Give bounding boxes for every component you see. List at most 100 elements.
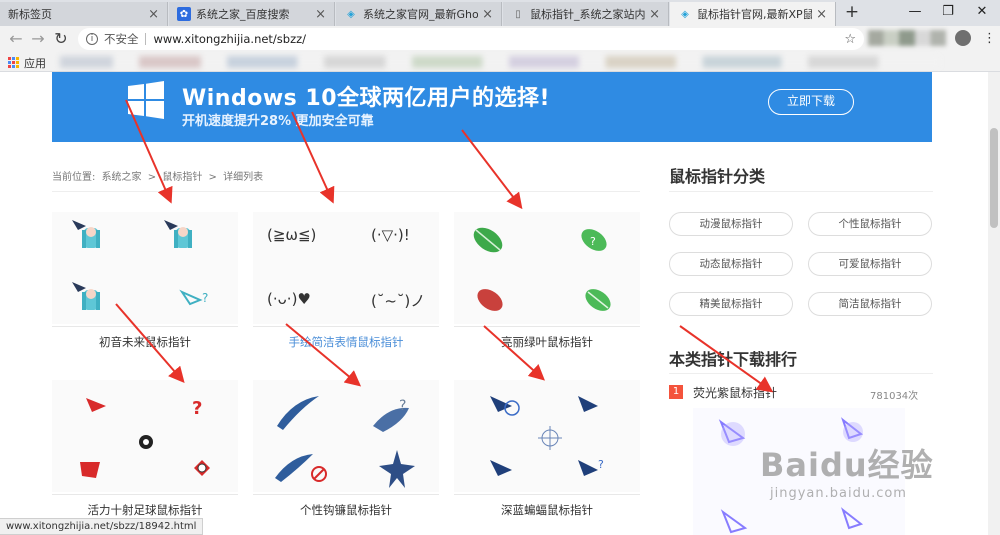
baidu-paw-icon: ✿	[177, 7, 191, 21]
breadcrumb-prefix: 当前位置:	[52, 172, 96, 183]
miku-cursor-icons: ?	[72, 220, 208, 310]
tab-title: 鼠标指针官网,最新XP鼠标指针	[697, 8, 812, 21]
divider	[253, 326, 439, 327]
tab-search[interactable]: ▯ 鼠标指针_系统之家站内搜索 ×	[503, 2, 669, 26]
leaf-cursor-icons: ?	[473, 227, 611, 311]
close-icon[interactable]: ×	[315, 7, 326, 22]
download-now-button[interactable]: 立即下载	[768, 89, 854, 115]
breadcrumb-home[interactable]: 系统之家	[102, 172, 142, 183]
card-preview: ?	[454, 212, 640, 324]
kaomoji-cursor: (˘~˘)ノ	[371, 292, 426, 310]
divider	[52, 326, 238, 327]
card-preview: ?	[52, 380, 238, 492]
restore-button[interactable]: ❐	[937, 2, 959, 22]
divider	[669, 191, 933, 192]
watermark-sub: jingyan.baidu.com	[770, 486, 907, 501]
card-preview: ?	[52, 212, 238, 324]
windows-logo-icon	[128, 81, 164, 119]
menu-icon[interactable]: ⋮	[983, 30, 996, 48]
scrollbar-thumb[interactable]	[990, 128, 998, 228]
divider	[454, 326, 640, 327]
close-icon[interactable]: ×	[816, 7, 827, 22]
card-preview: ?	[253, 380, 439, 492]
card-kaomoji[interactable]: (≧ω≦) (·▽·)! (·ᴗ·)♥ (˘~˘)ノ 手绘简洁表情鼠标指针	[253, 212, 439, 352]
info-icon[interactable]: i	[86, 33, 98, 45]
close-icon[interactable]: ×	[649, 7, 660, 22]
divider	[669, 373, 933, 374]
rank-item-count: 781034次	[870, 391, 919, 402]
minimize-button[interactable]: —	[904, 2, 926, 22]
category-beautiful[interactable]: 精美鼠标指针	[669, 292, 793, 316]
category-anime[interactable]: 动漫鼠标指针	[669, 212, 793, 236]
card-sickle[interactable]: ? 个性钩镰鼠标指针	[253, 380, 439, 520]
svg-text:?: ?	[202, 291, 208, 305]
breadcrumb-sep: >	[147, 172, 157, 183]
baidu-watermark: Baidu经验 jingyan.baidu.com	[760, 440, 934, 501]
tab-title: 新标签页	[8, 8, 52, 21]
banner-title: Windows 10全球两亿用户的选择!	[182, 86, 551, 111]
card-preview: (≧ω≦) (·▽·)! (·ᴗ·)♥ (˘~˘)ノ	[253, 212, 439, 324]
card-title[interactable]: 深蓝蝙蝠鼠标指针	[454, 502, 640, 518]
tab-title: 系统之家官网_最新Ghost XP S	[363, 8, 479, 21]
divider	[144, 33, 146, 45]
card-soccer[interactable]: ? 活力十射足球鼠标指针	[52, 380, 238, 520]
card-title[interactable]: 个性钩镰鼠标指针	[253, 502, 439, 518]
kaomoji-cursor: (≧ω≦)	[267, 226, 317, 244]
bookmark-star-icon[interactable]: ☆	[844, 32, 856, 47]
category-heading: 鼠标指针分类	[669, 167, 766, 186]
watermark-main: Baidu经验	[760, 446, 934, 484]
category-personal[interactable]: 个性鼠标指针	[808, 212, 932, 236]
sickle-cursor-icons: ?	[275, 396, 415, 488]
close-icon[interactable]: ×	[148, 7, 159, 22]
tab-title: 系统之家_百度搜索	[196, 8, 290, 21]
apps-label[interactable]: 应用	[24, 55, 46, 71]
card-title[interactable]: 手绘简洁表情鼠标指针	[253, 334, 439, 350]
svg-text:?: ?	[590, 235, 596, 248]
soccer-cursor-icons: ?	[80, 398, 210, 478]
url-text[interactable]: www.xitongzhijia.net/sbzz/	[154, 32, 307, 46]
status-bar-url: www.xitongzhijia.net/sbzz/18942.html	[0, 518, 204, 535]
tab-strip: 新标签页 × ✿ 系统之家_百度搜索 × ◈ 系统之家官网_最新Ghost XP…	[0, 0, 1000, 26]
card-title[interactable]: 初音未来鼠标指针	[52, 334, 238, 350]
card-title[interactable]: 活力十射足球鼠标指针	[52, 502, 238, 518]
new-tab-button[interactable]: +	[843, 4, 861, 22]
svg-text:?: ?	[192, 398, 202, 419]
forward-button[interactable]: →	[28, 29, 48, 49]
category-animated[interactable]: 动态鼠标指针	[669, 252, 793, 276]
tab-baidu[interactable]: ✿ 系统之家_百度搜索 ×	[169, 2, 335, 26]
divider	[253, 494, 439, 495]
rank-badge: 1	[669, 385, 683, 399]
card-leaf[interactable]: ? 亮丽绿叶鼠标指针	[454, 212, 640, 352]
reload-button[interactable]: ↻	[51, 29, 71, 49]
divider	[52, 191, 640, 192]
xitongzhijia-logo-icon: ◈	[681, 8, 689, 20]
breadcrumb: 当前位置: 系统之家 > 鼠标指针 > 详细列表	[52, 168, 266, 183]
category-cute[interactable]: 可爱鼠标指针	[808, 252, 932, 276]
svg-text:?: ?	[598, 458, 604, 471]
apps-grid-icon[interactable]	[8, 57, 19, 68]
xitongzhijia-logo-icon: ◈	[347, 8, 355, 20]
tab-active[interactable]: ◈ 鼠标指针官网,最新XP鼠标指针 ×	[670, 2, 836, 26]
browser-toolbar: ← → ↻ i 不安全 www.xitongzhijia.net/sbzz/ ☆	[0, 26, 1000, 52]
close-icon[interactable]: ×	[482, 7, 493, 22]
security-label: 不安全	[104, 32, 139, 46]
profile-avatar-icon[interactable]	[955, 30, 971, 46]
tab-new[interactable]: 新标签页 ×	[0, 2, 168, 26]
tab-xitongzhijia[interactable]: ◈ 系统之家官网_最新Ghost XP S ×	[336, 2, 502, 26]
card-title[interactable]: 亮丽绿叶鼠标指针	[454, 334, 640, 350]
address-bar[interactable]: i 不安全 www.xitongzhijia.net/sbzz/ ☆	[78, 28, 864, 50]
close-window-button[interactable]: ✕	[971, 2, 993, 22]
card-miku[interactable]: ? 初音未来鼠标指针	[52, 212, 238, 352]
tab-title: 鼠标指针_系统之家站内搜索	[530, 8, 646, 21]
card-bat[interactable]: ? 深蓝蝙蝠鼠标指针	[454, 380, 640, 520]
breadcrumb-category[interactable]: 鼠标指针	[162, 172, 202, 183]
card-preview: ?	[454, 380, 640, 492]
document-icon: ▯	[515, 8, 521, 20]
rank-item-name[interactable]: 荧光紫鼠标指针	[693, 384, 777, 401]
blurred-bookmarks	[60, 56, 940, 68]
bat-cursor-icons: ?	[490, 396, 604, 476]
category-simple[interactable]: 简洁鼠标指针	[808, 292, 932, 316]
divider	[52, 494, 238, 495]
back-button[interactable]: ←	[6, 29, 26, 49]
banner-subtitle: 开机速度提升28% 更加安全可靠	[182, 114, 374, 129]
